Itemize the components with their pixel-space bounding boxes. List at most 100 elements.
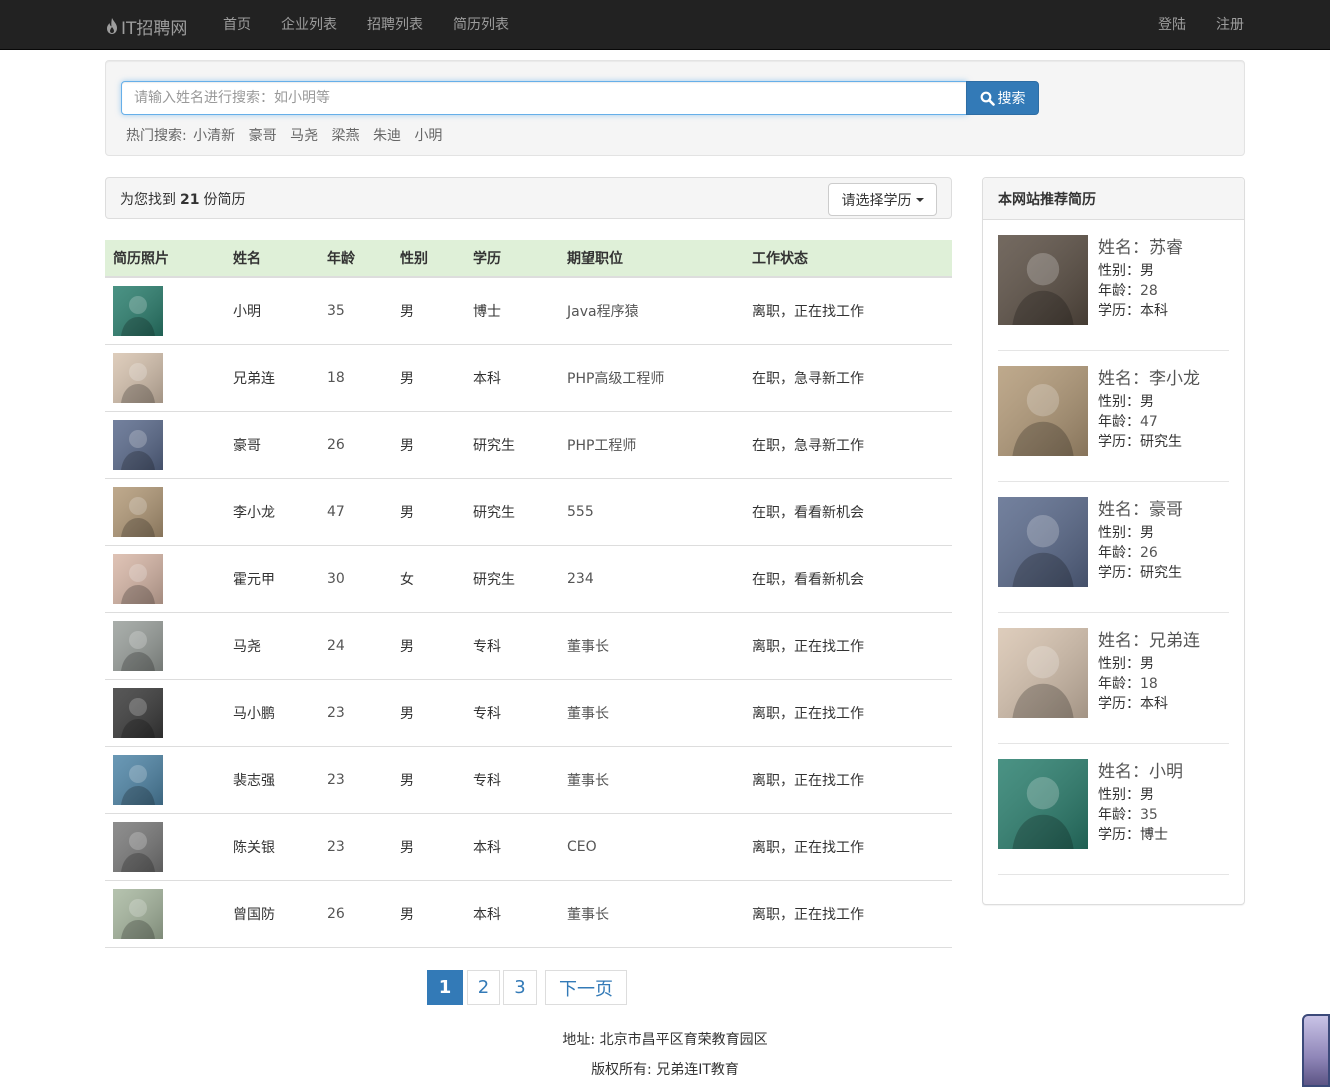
position-cell: CEO <box>559 813 744 881</box>
hot-search-item[interactable]: 豪哥 <box>249 128 277 144</box>
resume-photo <box>113 352 163 403</box>
search-input[interactable] <box>121 81 967 115</box>
table-row[interactable]: 小明 35 男博士 Java程序猿 离职，正在找工作 <box>105 277 952 345</box>
page-3-button[interactable]: 3 <box>503 970 537 1005</box>
nav-login[interactable]: 登陆 <box>1158 0 1186 50</box>
recommended-gender: 性别：男 <box>1098 263 1154 279</box>
table-row[interactable]: 裴志强 23 男专科 董事长 离职，正在找工作 <box>105 746 952 814</box>
recommended-age: 年龄：35 <box>1098 807 1158 823</box>
position-cell: 董事长 <box>559 746 744 814</box>
status-cell: 离职，正在找工作 <box>744 277 952 345</box>
nav-companies[interactable]: 企业列表 <box>281 0 337 50</box>
education-cell: 博士 <box>465 277 559 345</box>
recommended-name[interactable]: 姓名：苏睿 <box>1098 233 1183 258</box>
table-row[interactable]: 陈关银 23 男本科 CEO 离职，正在找工作 <box>105 813 952 881</box>
hot-search-item[interactable]: 小清新 <box>193 128 235 144</box>
next-page-button[interactable]: 下一页 <box>545 970 627 1005</box>
age-cell: 26 <box>319 880 392 948</box>
resume-photo <box>113 687 163 738</box>
floating-widget[interactable] <box>1302 1014 1330 1087</box>
name-cell[interactable]: 马尧 <box>225 612 319 680</box>
education-cell: 专科 <box>465 612 559 680</box>
gender-cell: 男 <box>392 679 465 747</box>
education-cell: 本科 <box>465 880 559 948</box>
table-row[interactable]: 兄弟连 18 男本科 PHP高级工程师 在职，急寻新工作 <box>105 344 952 412</box>
column-header-status: 工作状态 <box>744 240 952 278</box>
results-count: 21 <box>180 192 200 208</box>
gender-cell: 男 <box>392 478 465 546</box>
top-navbar: IT招聘网 首页 企业列表 招聘列表 简历列表 登陆 注册 <box>0 0 1330 50</box>
photo-cell <box>105 746 225 814</box>
hot-search-item[interactable]: 马尧 <box>290 128 318 144</box>
name-cell[interactable]: 陈关银 <box>225 813 319 881</box>
page-2-button[interactable]: 2 <box>467 970 500 1005</box>
recommended-resumes-panel: 本网站推荐简历 姓名：苏睿 性别：男 年龄：28 学历：本科 姓名：李小龙 性别：男 年龄：… <box>982 177 1245 905</box>
table-row[interactable]: 马小鹏 23 男专科 董事长 离职，正在找工作 <box>105 679 952 747</box>
name-cell[interactable]: 曾国防 <box>225 880 319 948</box>
gender-cell: 男 <box>392 612 465 680</box>
position-cell: 董事长 <box>559 612 744 680</box>
photo-cell <box>105 679 225 747</box>
brand-logo[interactable]: IT招聘网 <box>105 14 188 39</box>
recommended-photo <box>998 628 1088 718</box>
position-cell: 555 <box>559 478 744 546</box>
education-cell: 专科 <box>465 746 559 814</box>
name-cell[interactable]: 裴志强 <box>225 746 319 814</box>
table-row[interactable]: 李小龙 47 男研究生 555 在职，看看新机会 <box>105 478 952 546</box>
table-row[interactable]: 马尧 24 男专科 董事长 离职，正在找工作 <box>105 612 952 680</box>
recommended-photo <box>998 235 1088 325</box>
nav-register[interactable]: 注册 <box>1216 0 1244 50</box>
name-cell[interactable]: 兄弟连 <box>225 344 319 412</box>
recommended-age: 年龄：26 <box>1098 545 1158 561</box>
name-cell[interactable]: 小明 <box>225 277 319 345</box>
name-cell[interactable]: 李小龙 <box>225 478 319 546</box>
table-row[interactable]: 曾国防 26 男本科 董事长 离职，正在找工作 <box>105 880 952 948</box>
gender-cell: 男 <box>392 880 465 948</box>
resume-photo <box>113 620 163 671</box>
gender-cell: 男 <box>392 344 465 412</box>
hot-searches-label: 热门搜索: <box>126 128 187 144</box>
recommended-resume-item[interactable]: 姓名：小明 性别：男 年龄：35 学历：博士 <box>998 744 1229 875</box>
age-cell: 30 <box>319 545 392 613</box>
hot-search-item[interactable]: 朱迪 <box>373 128 401 144</box>
hot-search-item[interactable]: 梁燕 <box>332 128 360 144</box>
photo-cell <box>105 545 225 613</box>
search-button-label: 搜索 <box>997 91 1026 107</box>
nav-jobs[interactable]: 招聘列表 <box>367 0 423 50</box>
age-cell: 47 <box>319 478 392 546</box>
column-header-name: 姓名 <box>225 240 319 278</box>
hot-search-item[interactable]: 小明 <box>414 128 442 144</box>
recommended-name[interactable]: 姓名：兄弟连 <box>1098 626 1200 651</box>
gender-cell: 男 <box>392 277 465 345</box>
table-row[interactable]: 豪哥 26 男研究生 PHP工程师 在职，急寻新工作 <box>105 411 952 479</box>
age-cell: 35 <box>319 277 392 345</box>
name-cell[interactable]: 豪哥 <box>225 411 319 479</box>
nav-home[interactable]: 首页 <box>223 0 251 50</box>
education-dropdown[interactable]: 请选择学历 <box>828 183 937 216</box>
education-cell: 研究生 <box>465 478 559 546</box>
age-cell: 23 <box>319 813 392 881</box>
photo-cell <box>105 277 225 345</box>
recommended-resume-item[interactable]: 姓名：李小龙 性别：男 年龄：47 学历：研究生 <box>998 351 1229 482</box>
recommended-resume-item[interactable]: 姓名：兄弟连 性别：男 年龄：18 学历：本科 <box>998 613 1229 744</box>
recommended-name[interactable]: 姓名：李小龙 <box>1098 364 1200 389</box>
recommended-name[interactable]: 姓名：小明 <box>1098 757 1183 782</box>
recommended-resume-item[interactable]: 姓名：豪哥 性别：男 年龄：26 学历：研究生 <box>998 482 1229 613</box>
hot-searches: 热门搜索: 小清新 豪哥 马尧 梁燕 朱迪 小明 <box>126 125 451 145</box>
recommended-resumes-title: 本网站推荐简历 <box>983 178 1244 220</box>
gender-cell: 男 <box>392 813 465 881</box>
education-cell: 本科 <box>465 813 559 881</box>
brand-text: IT招聘网 <box>121 18 188 39</box>
nav-resumes[interactable]: 简历列表 <box>453 0 509 50</box>
recommended-education: 学历：本科 <box>1098 303 1168 319</box>
name-cell[interactable]: 霍元甲 <box>225 545 319 613</box>
page-1-button[interactable]: 1 <box>427 970 463 1005</box>
recommended-resume-item[interactable]: 姓名：苏睿 性别：男 年龄：28 学历：本科 <box>998 220 1229 351</box>
name-cell[interactable]: 马小鹏 <box>225 679 319 747</box>
education-dropdown-label: 请选择学历 <box>841 192 912 209</box>
age-cell: 24 <box>319 612 392 680</box>
search-button[interactable]: 搜索 <box>966 81 1039 115</box>
recommended-name[interactable]: 姓名：豪哥 <box>1098 495 1183 520</box>
table-row[interactable]: 霍元甲 30 女研究生 234 在职，看看新机会 <box>105 545 952 613</box>
recommended-education: 学历：博士 <box>1098 827 1168 843</box>
